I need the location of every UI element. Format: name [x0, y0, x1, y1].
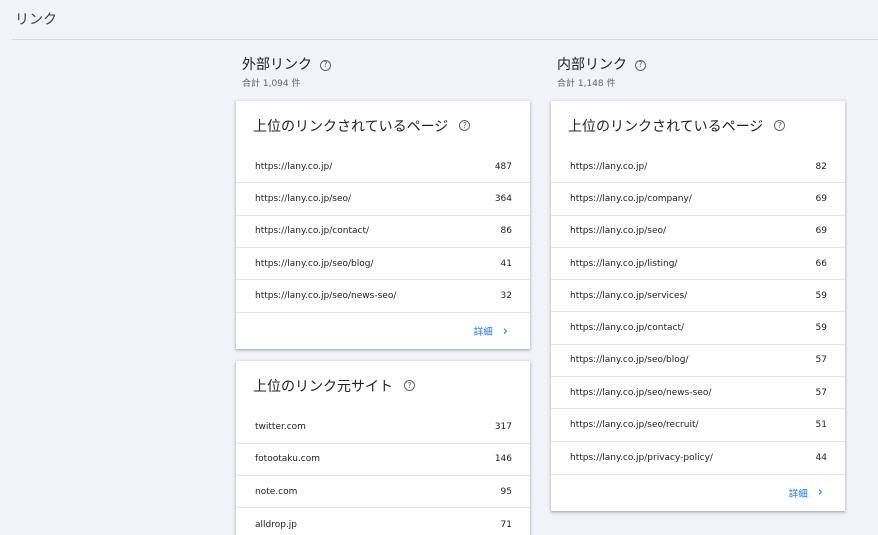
row-url: https://lany.co.jp/contact/ [255, 226, 369, 237]
row-url: https://lany.co.jp/ [570, 161, 648, 172]
row-url: https://lany.co.jp/seo/ [255, 193, 352, 204]
help-circle-icon[interactable]: ? [404, 380, 415, 392]
external-links-total: 合計 1,094 件 [242, 79, 301, 89]
table-row[interactable]: https://lany.co.jp/contact/ 86 [236, 216, 530, 248]
table-row[interactable]: https://lany.co.jp/ 487 [236, 151, 530, 184]
table-row[interactable]: https://lany.co.jp/seo/news-seo/ 32 [236, 280, 530, 312]
row-site: alldrop.jp [255, 519, 298, 530]
chevron-right-icon: › [817, 485, 823, 501]
row-count: 32 [500, 291, 512, 302]
row-count: 41 [500, 258, 512, 269]
table-row[interactable]: https://lany.co.jp/listing/ 66 [551, 248, 845, 281]
row-count: 66 [815, 258, 827, 269]
external-top-sites-title: 上位のリンク元サイト [253, 379, 393, 396]
external-links-section: 外部リンク ? 合計 1,094 件 上位のリンクされているページ ? http… [236, 56, 530, 535]
row-count: 51 [815, 420, 827, 431]
internal-top-pages-list: https://lany.co.jp/ 82 https://lany.co.j… [551, 151, 845, 474]
row-url: https://lany.co.jp/services/ [570, 290, 688, 301]
table-row[interactable]: https://lany.co.jp/seo/blog/ 57 [551, 345, 845, 378]
table-row[interactable]: https://lany.co.jp/seo/blog/ 41 [236, 248, 530, 281]
table-row[interactable]: alldrop.jp 71 [236, 508, 530, 535]
page-header: リンク [12, 0, 878, 40]
table-row[interactable]: https://lany.co.jp/services/ 59 [551, 280, 845, 313]
row-count: 59 [815, 290, 827, 301]
row-count: 69 [815, 226, 827, 237]
table-row[interactable]: https://lany.co.jp/contact/ 59 [551, 312, 845, 345]
row-url: https://lany.co.jp/seo/recruit/ [570, 420, 699, 431]
row-count: 86 [500, 226, 512, 237]
external-top-pages-card: 上位のリンクされているページ ? https://lany.co.jp/ 487… [236, 101, 530, 350]
table-row[interactable]: https://lany.co.jp/seo/ 364 [236, 183, 530, 216]
details-label: 詳細 [788, 488, 808, 500]
row-url: https://lany.co.jp/seo/ [570, 226, 667, 237]
table-row[interactable]: https://lany.co.jp/seo/news-seo/ 57 [551, 377, 845, 410]
table-row[interactable]: https://lany.co.jp/privacy-policy/ 44 [551, 442, 845, 474]
row-count: 57 [815, 387, 827, 398]
card-footer: 詳細 › [551, 473, 845, 511]
row-url: https://lany.co.jp/privacy-policy/ [570, 452, 713, 463]
row-count: 57 [815, 355, 827, 366]
row-site: twitter.com [255, 422, 306, 433]
details-label: 詳細 [473, 327, 493, 339]
table-row[interactable]: fotootaku.com 146 [236, 444, 530, 477]
card-title: 上位のリンク元サイト ? [236, 361, 530, 411]
row-site: fotootaku.com [255, 454, 320, 465]
internal-top-pages-card: 上位のリンクされているページ ? https://lany.co.jp/ 82 … [551, 101, 845, 511]
external-top-sites-list: twitter.com 317 fotootaku.com 146 note.c… [236, 411, 530, 535]
row-url: https://lany.co.jp/listing/ [570, 258, 678, 269]
row-count: 317 [494, 422, 512, 433]
row-count: 82 [815, 161, 827, 172]
row-count: 71 [500, 519, 512, 530]
row-url: https://lany.co.jp/contact/ [570, 323, 684, 334]
internal-links-heading: 内部リンク ? [557, 56, 845, 74]
external-links-heading: 外部リンク ? [242, 56, 530, 74]
card-title: 上位のリンクされているページ ? [236, 101, 530, 151]
row-url: https://lany.co.jp/seo/blog/ [570, 355, 689, 366]
links-report-page: リンク 外部リンク ? 合計 1,094 件 上位のリンクされているページ ? … [0, 0, 878, 535]
page-title: リンク [15, 12, 57, 28]
row-url: https://lany.co.jp/seo/blog/ [255, 258, 374, 269]
table-row[interactable]: twitter.com 317 [236, 411, 530, 444]
row-url: https://lany.co.jp/ [255, 161, 333, 172]
row-count: 95 [500, 486, 512, 497]
chevron-right-icon: › [502, 323, 508, 339]
row-url: https://lany.co.jp/seo/news-seo/ [570, 387, 712, 398]
table-row[interactable]: https://lany.co.jp/seo/ 69 [551, 216, 845, 248]
internal-links-section: 内部リンク ? 合計 1,148 件 上位のリンクされているページ ? http… [551, 56, 845, 511]
table-row[interactable]: https://lany.co.jp/seo/recruit/ 51 [551, 409, 845, 442]
internal-links-total: 合計 1,148 件 [557, 79, 616, 89]
table-row[interactable]: https://lany.co.jp/company/ 69 [551, 183, 845, 216]
table-row[interactable]: https://lany.co.jp/ 82 [551, 151, 845, 184]
external-top-sites-card: 上位のリンク元サイト ? twitter.com 317 fotootaku.c… [236, 361, 530, 535]
row-url: https://lany.co.jp/company/ [570, 193, 692, 204]
row-count: 59 [815, 323, 827, 334]
row-count: 69 [815, 193, 827, 204]
card-title: 上位のリンクされているページ ? [551, 101, 845, 151]
help-circle-icon[interactable]: ? [320, 59, 331, 71]
details-link[interactable]: 詳細 › [789, 486, 823, 500]
row-site: note.com [255, 486, 298, 497]
external-top-pages-list: https://lany.co.jp/ 487 https://lany.co.… [236, 151, 530, 312]
row-count: 487 [494, 161, 512, 172]
row-url: https://lany.co.jp/seo/news-seo/ [255, 291, 397, 302]
internal-top-pages-title: 上位のリンクされているページ [568, 119, 764, 135]
external-top-pages-title: 上位のリンクされているページ [253, 119, 449, 135]
table-row[interactable]: note.com 95 [236, 476, 530, 509]
card-footer: 詳細 › [236, 312, 530, 349]
row-count: 364 [494, 193, 512, 204]
internal-links-title: 内部リンク [557, 57, 627, 73]
external-links-title: 外部リンク [242, 57, 312, 73]
help-circle-icon[interactable]: ? [459, 120, 471, 131]
row-count: 44 [815, 452, 827, 463]
details-link[interactable]: 詳細 › [473, 323, 508, 339]
row-count: 146 [494, 454, 512, 465]
help-circle-icon[interactable]: ? [774, 120, 786, 131]
help-circle-icon[interactable]: ? [635, 59, 646, 71]
